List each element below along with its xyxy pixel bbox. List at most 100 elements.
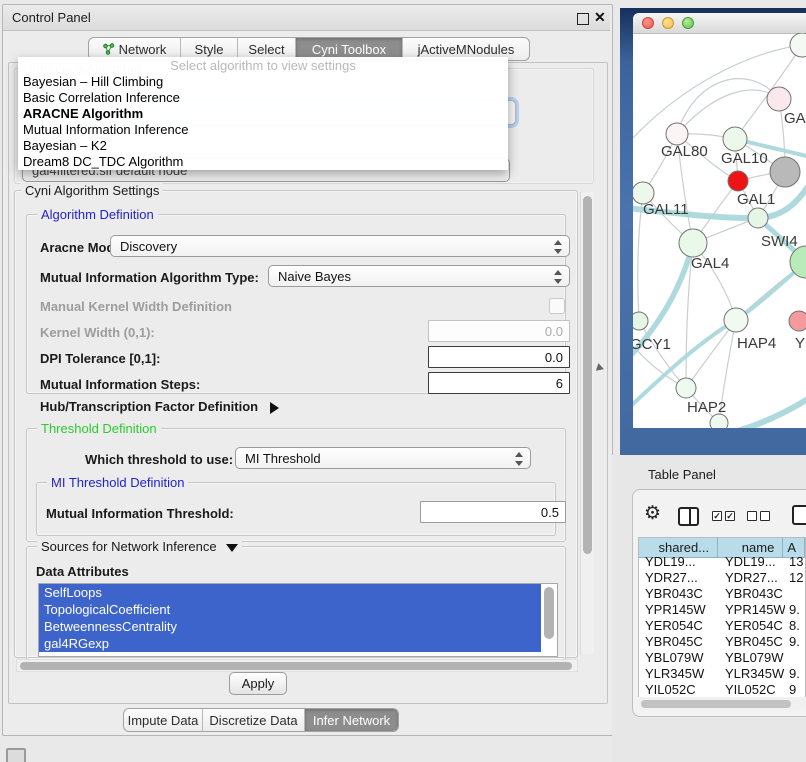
settings-vertical-scrollbar-thumb[interactable] [583, 196, 592, 554]
kernel-width-label: Kernel Width (0,1): [40, 325, 155, 340]
table-cell: YPR145W [719, 602, 785, 618]
tab-label: Cyni Toolbox [312, 42, 386, 57]
network-node-hap4[interactable] [724, 308, 748, 332]
node-label-hap4: HAP4 [737, 335, 776, 352]
network-node-y[interactable] [789, 311, 806, 331]
algorithm-option-aracne-algorithm[interactable]: ARACNE Algorithm [18, 106, 508, 122]
network-canvas[interactable]: GALGAL80GAL10GAL1GAL11SWI4GAL4GCY1HAP4YH… [633, 33, 806, 428]
tab-label: Style [195, 42, 224, 57]
collapse-down-icon [226, 544, 238, 552]
gear-icon[interactable]: ⚙ [644, 504, 661, 524]
data-attributes-label: Data Attributes [36, 564, 129, 579]
network-node-gal1[interactable] [728, 171, 748, 191]
network-icon [103, 43, 115, 55]
network-edge[interactable] [677, 79, 779, 134]
network-node-swi4[interactable] [748, 208, 768, 228]
algorithm-option-dream8-dc-tdc-algorithm[interactable]: Dream8 DC_TDC Algorithm [18, 154, 508, 170]
which-threshold-value: MI Threshold [245, 451, 321, 466]
manual-kernel-width-checkbox[interactable] [549, 298, 565, 314]
table-row[interactable]: YDL19...YDL19...13 [639, 554, 805, 570]
network-edge[interactable] [686, 320, 736, 388]
expand-right-icon [270, 402, 279, 414]
table-cell: YDL19... [639, 554, 719, 570]
network-edge-thick[interactable] [731, 397, 806, 428]
settings-vertical-scrollbar[interactable] [580, 192, 594, 654]
table-horizontal-scrollbar[interactable] [639, 698, 805, 709]
attribute-item-betweennesscentrality[interactable]: BetweennessCentrality [39, 618, 541, 635]
mac-zoom-button[interactable] [682, 17, 694, 29]
node-label-gal11: GAL11 [643, 201, 689, 218]
tab-label: Impute Data [128, 713, 199, 728]
table-row[interactable]: YBR045CYBR045C9. [639, 634, 805, 650]
tab-discretize-data[interactable]: Discretize Data [203, 709, 305, 731]
algorithm-option-mutual-information-inference[interactable]: Mutual Information Inference [18, 122, 508, 138]
minimized-panel-icon[interactable] [6, 748, 26, 762]
network-node[interactable] [710, 414, 728, 428]
mi-steps-input[interactable] [428, 372, 570, 394]
attribute-item-selfloops[interactable]: SelfLoops [39, 584, 541, 601]
mi-threshold-input[interactable] [420, 501, 566, 523]
settings-horizontal-scrollbar[interactable] [16, 659, 578, 672]
mac-minimize-button[interactable] [662, 17, 674, 29]
aracne-mode-combo[interactable]: Discovery [110, 235, 570, 257]
network-node[interactable] [770, 157, 800, 187]
algorithm-option-basic-correlation-inference[interactable]: Basic Correlation Inference [18, 90, 508, 106]
manual-kernel-width-label: Manual Kernel Width Definition [40, 299, 232, 314]
table-cell: YLR345W [719, 666, 785, 682]
select-all-icon[interactable]: ✓ [712, 511, 722, 521]
network-node-gal[interactable] [767, 87, 791, 111]
network-node-gal80[interactable] [666, 123, 688, 145]
table-cell: YBR045C [719, 634, 785, 650]
data-attributes-list[interactable]: SelfLoopsTopologicalCoefficientBetweenne… [38, 583, 558, 657]
algorithm-option-bayesian-hill-climbing[interactable]: Bayesian – Hill Climbing [18, 74, 508, 90]
table-cell: YBR043C [639, 586, 719, 602]
table-row[interactable]: YDR27...YDR27...12 [639, 570, 805, 586]
attribute-item-gal4rgexp[interactable]: gal4RGexp [39, 635, 541, 652]
dpi-tolerance-input[interactable] [428, 346, 570, 368]
table-row[interactable]: YLR345WYLR345W9. [639, 666, 805, 682]
network-node-gal10[interactable] [723, 127, 747, 151]
file-icon[interactable] [792, 505, 806, 525]
mi-algorithm-type-combo[interactable]: Naive Bayes [268, 265, 570, 287]
float-panel-icon[interactable] [577, 13, 589, 25]
node-label-gcy1: GCY1 [633, 336, 671, 353]
network-node[interactable] [790, 33, 806, 57]
deselect-all-icon[interactable] [760, 511, 770, 521]
attributes-list-scrollbar-thumb[interactable] [544, 587, 554, 639]
node-table[interactable]: shared...nameA YDL19...YDL19...13YDR27..… [638, 537, 806, 697]
network-edge[interactable] [677, 90, 779, 134]
node-label-gal1: GAL1 [737, 191, 775, 208]
apply-button[interactable]: Apply [229, 672, 287, 695]
table-row[interactable]: YER054CYER054C8. [639, 618, 805, 634]
columns-icon[interactable] [678, 507, 699, 526]
close-panel-icon[interactable]: ✕ [594, 9, 606, 26]
table-row[interactable]: YBL079WYBL079W [639, 650, 805, 666]
attribute-item-topologicalcoefficient[interactable]: TopologicalCoefficient [39, 601, 541, 618]
table-cell: 12 [785, 570, 805, 586]
table-cell: YIL052C [639, 682, 719, 697]
select-all-icon[interactable]: ✓ [725, 511, 735, 521]
table-row[interactable]: YPR145WYPR145W9. [639, 602, 805, 618]
which-threshold-combo[interactable]: MI Threshold [235, 447, 531, 469]
cyni-algorithm-settings-title: Cyni Algorithm Settings [21, 183, 163, 198]
kernel-width-input[interactable] [428, 320, 570, 342]
network-node-hap2[interactable] [676, 378, 696, 398]
aracne-mode-value: Discovery [120, 239, 177, 254]
table-cell: YER054C [639, 618, 719, 634]
table-horizontal-scrollbar-thumb[interactable] [641, 700, 791, 708]
tab-infer-network[interactable]: Infer Network [305, 709, 398, 731]
mac-close-button[interactable] [642, 17, 654, 29]
network-graph[interactable]: GALGAL80GAL10GAL1GAL11SWI4GAL4GCY1HAP4YH… [633, 33, 806, 428]
network-node-gcy1[interactable] [633, 312, 648, 330]
algorithm-option-bayesian-k2[interactable]: Bayesian – K2 [18, 138, 508, 154]
table-row[interactable]: YBR043CYBR043C [639, 586, 805, 602]
table-cell: 9. [785, 602, 805, 618]
network-node-gal4[interactable] [679, 229, 707, 257]
table-row[interactable]: YIL052CYIL052C9 [639, 682, 805, 697]
hub-section-toggle[interactable]: Hub/Transcription Factor Definition [40, 399, 279, 414]
settings-horizontal-scrollbar-thumb[interactable] [20, 662, 572, 670]
sources-group-toggle[interactable]: Sources for Network Inference [37, 539, 242, 554]
node-label-gal10: GAL10 [721, 150, 768, 167]
tab-impute-data[interactable]: Impute Data [124, 709, 203, 731]
deselect-all-icon[interactable] [747, 511, 757, 521]
